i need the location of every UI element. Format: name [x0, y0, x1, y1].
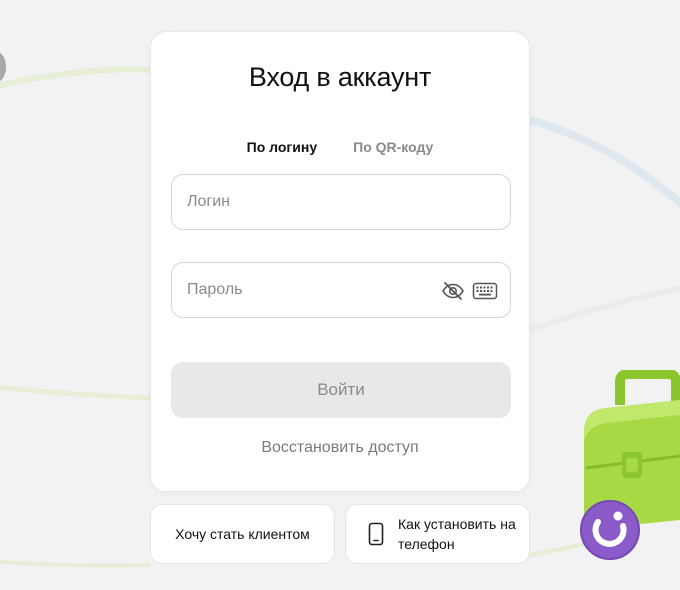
- tab-qr-code[interactable]: По QR-коду: [353, 139, 433, 155]
- login-method-tabs: По логину По QR-коду: [151, 139, 529, 155]
- page-title: Вход в аккаунт: [248, 62, 432, 92]
- tab-login[interactable]: По логину: [247, 139, 317, 155]
- become-client-button[interactable]: Хочу стать клиентом: [150, 504, 335, 564]
- install-app-label: Как установить на телефон: [398, 516, 516, 552]
- keyboard-icon[interactable]: [472, 279, 498, 303]
- eye-off-icon[interactable]: [441, 279, 465, 303]
- password-input[interactable]: [187, 263, 427, 317]
- login-button[interactable]: Войти: [171, 362, 511, 418]
- become-client-label: Хочу стать клиентом: [175, 526, 310, 542]
- restore-access-link[interactable]: Восстановить доступ: [151, 439, 529, 457]
- login-input[interactable]: [187, 175, 427, 229]
- briefcase-illustration: [580, 370, 680, 560]
- password-field[interactable]: [171, 262, 511, 318]
- install-app-button[interactable]: Как установить на телефон: [345, 504, 530, 564]
- login-field[interactable]: [171, 174, 511, 230]
- login-card: Вход в аккаунт По логину По QR-коду Логи…: [150, 31, 530, 492]
- phone-icon: [368, 522, 384, 546]
